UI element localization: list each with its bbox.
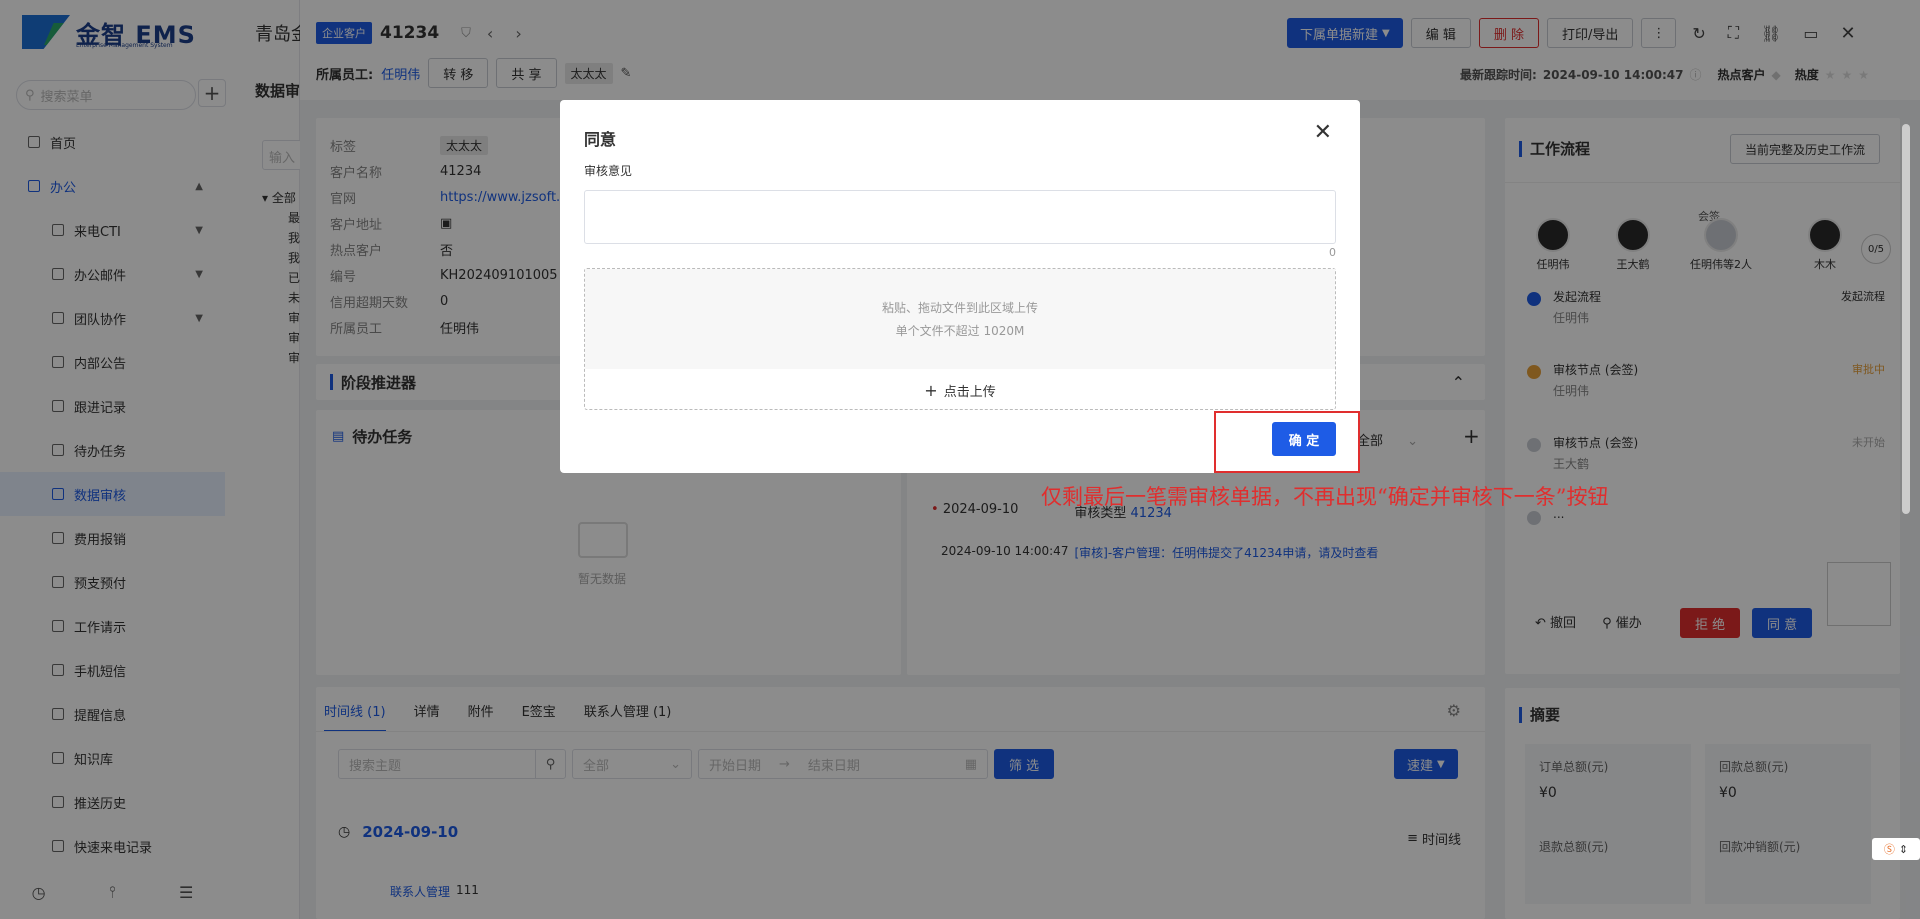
char-counter: 0 xyxy=(1329,246,1336,259)
upload-hint-primary: 粘贴、拖动文件到此区域上传 xyxy=(881,301,1038,315)
scrollbar[interactable] xyxy=(1902,124,1910,514)
widget-arrow-icon: ⇕ xyxy=(1898,842,1909,856)
review-opinion-label: 审核意见 xyxy=(584,164,633,178)
click-upload-button[interactable]: + 点击上传 xyxy=(585,371,1335,409)
annotation-highlight-box xyxy=(1214,411,1360,473)
close-icon[interactable]: ✕ xyxy=(1314,120,1332,145)
plus-icon: + xyxy=(924,380,938,400)
annotation-note: 仅剩最后一笔需审核单据，不再出现“确定并审核下一条”按钮 xyxy=(1041,485,1609,509)
upload-drop-area[interactable]: 粘贴、拖动文件到此区域上传 单个文件不超过 1020M xyxy=(585,269,1335,369)
dialog-title: 同意 xyxy=(584,130,617,149)
upload-dropzone[interactable]: 粘贴、拖动文件到此区域上传 单个文件不超过 1020M + 点击上传 xyxy=(584,268,1336,410)
floating-widget[interactable]: Ⓢ ⇕ xyxy=(1872,838,1920,860)
upload-hint-secondary: 单个文件不超过 1020M xyxy=(895,324,1025,338)
review-opinion-input[interactable] xyxy=(584,190,1336,244)
click-upload-label: 点击上传 xyxy=(943,384,996,400)
widget-logo-icon: Ⓢ xyxy=(1883,843,1895,856)
